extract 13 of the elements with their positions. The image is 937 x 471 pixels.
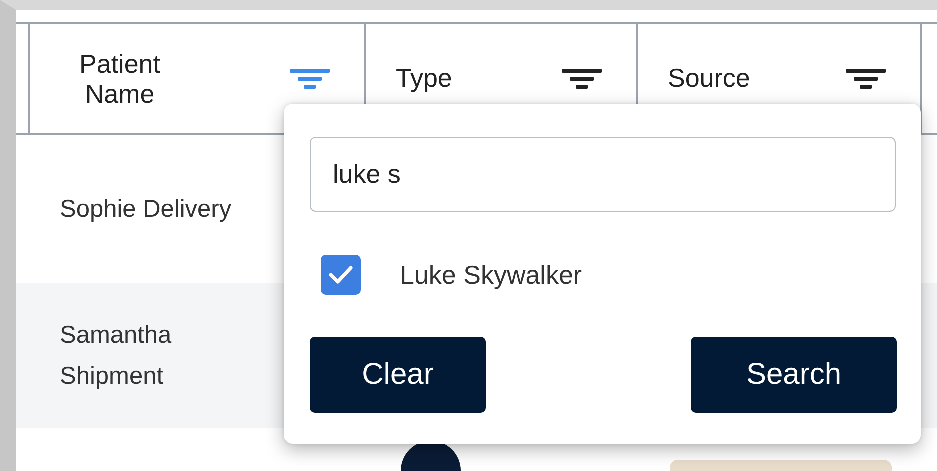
option-label[interactable]: Luke Skywalker <box>400 260 582 290</box>
filter-icon[interactable] <box>562 68 602 90</box>
column-header: Source <box>668 63 750 94</box>
column-header: Patient Name <box>78 48 162 108</box>
table-cell-text: Sophie Delivery <box>60 194 233 224</box>
search-field[interactable]: luke s <box>310 137 896 212</box>
table-cell-text: Samantha Shipment <box>60 320 173 392</box>
checkbox[interactable] <box>321 255 361 295</box>
search-button[interactable]: Search <box>691 337 897 413</box>
clear-button[interactable]: Clear <box>310 337 486 413</box>
column-header: Type <box>396 63 452 94</box>
check-icon <box>328 264 354 286</box>
filter-icon[interactable] <box>846 68 886 90</box>
